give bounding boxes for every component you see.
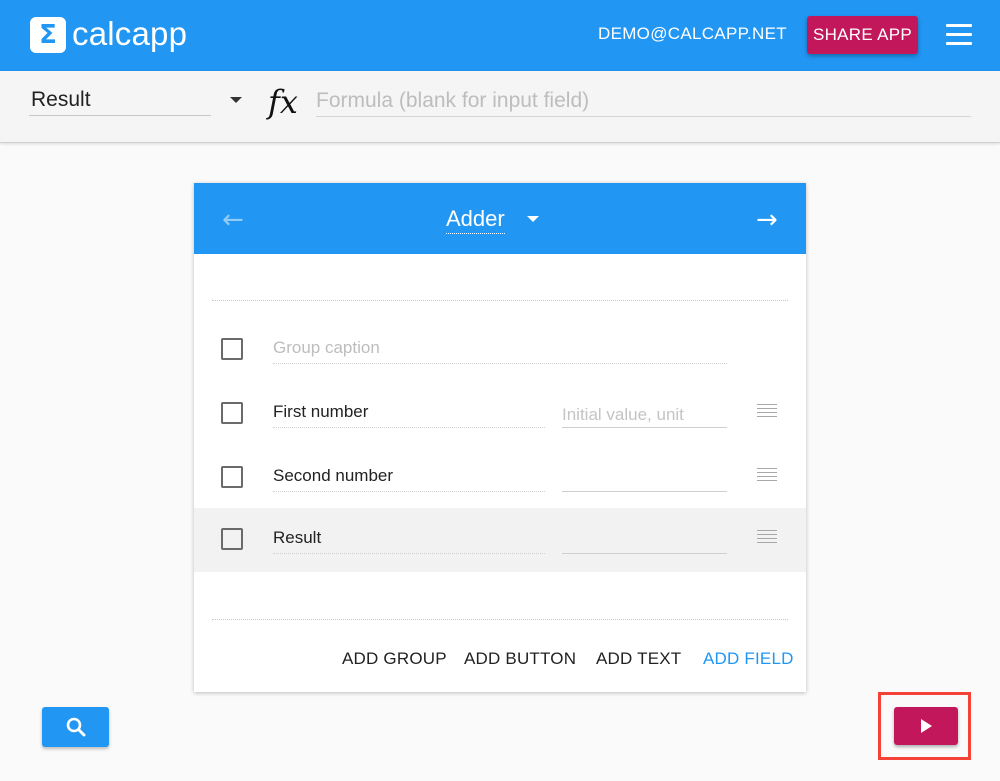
screen-title[interactable]: Adder [446,206,505,234]
add-group-button[interactable]: ADD GROUP [342,649,447,669]
fx-icon: fx [268,83,298,121]
next-screen-arrow-icon[interactable]: → [756,205,778,235]
row-checkbox[interactable] [221,466,243,488]
field-name[interactable]: First number [273,402,545,428]
hamburger-menu-icon[interactable] [944,24,974,46]
field-row-result: Result [194,508,806,572]
screen-dropdown-chevron-icon[interactable] [527,216,539,222]
field-row-second-number: Second number [194,446,806,510]
field-name[interactable]: Result [273,528,545,554]
divider [212,619,788,620]
brand-name: calcapp [72,15,188,52]
search-button[interactable] [42,707,109,747]
group-caption-label[interactable]: Group caption [273,338,727,364]
preview-play-button[interactable] [894,707,958,745]
chevron-down-icon[interactable] [230,97,242,103]
drag-handle-icon[interactable] [757,530,777,544]
screen-card: ← Adder → Group caption First number Sec… [194,183,806,692]
previous-screen-arrow-icon[interactable]: ← [222,205,244,235]
field-selector[interactable]: Result [29,86,211,116]
formula-bar: Result fx [0,71,1000,143]
row-checkbox[interactable] [221,528,243,550]
calcapp-logo-icon: Σ [30,17,66,53]
formula-input[interactable] [316,85,971,117]
drag-handle-icon[interactable] [757,404,777,418]
row-checkbox[interactable] [221,338,243,360]
initial-value-input[interactable] [562,528,727,554]
screen-header: ← Adder → [194,183,806,254]
app-toolbar: Σ calcapp DEMO@CALCAPP.NET SHARE APP [0,0,1000,71]
add-field-button[interactable]: ADD FIELD [703,649,794,669]
group-caption-row: Group caption [194,318,806,382]
add-button-button[interactable]: ADD BUTTON [464,649,576,669]
field-row-first-number: First number [194,382,806,446]
play-icon [921,719,932,733]
drag-handle-icon[interactable] [757,468,777,482]
divider [212,300,788,301]
search-icon [66,717,85,737]
initial-value-input[interactable] [562,466,727,492]
account-email[interactable]: DEMO@CALCAPP.NET [598,24,787,44]
add-actions: ADD GROUP ADD BUTTON ADD TEXT ADD FIELD [194,649,806,673]
add-text-button[interactable]: ADD TEXT [596,649,681,669]
play-button-highlight [878,692,971,760]
row-checkbox[interactable] [221,402,243,424]
selected-field-name: Result [31,88,91,111]
share-app-button[interactable]: SHARE APP [807,16,918,54]
field-name[interactable]: Second number [273,466,545,492]
initial-value-input[interactable] [562,402,727,428]
